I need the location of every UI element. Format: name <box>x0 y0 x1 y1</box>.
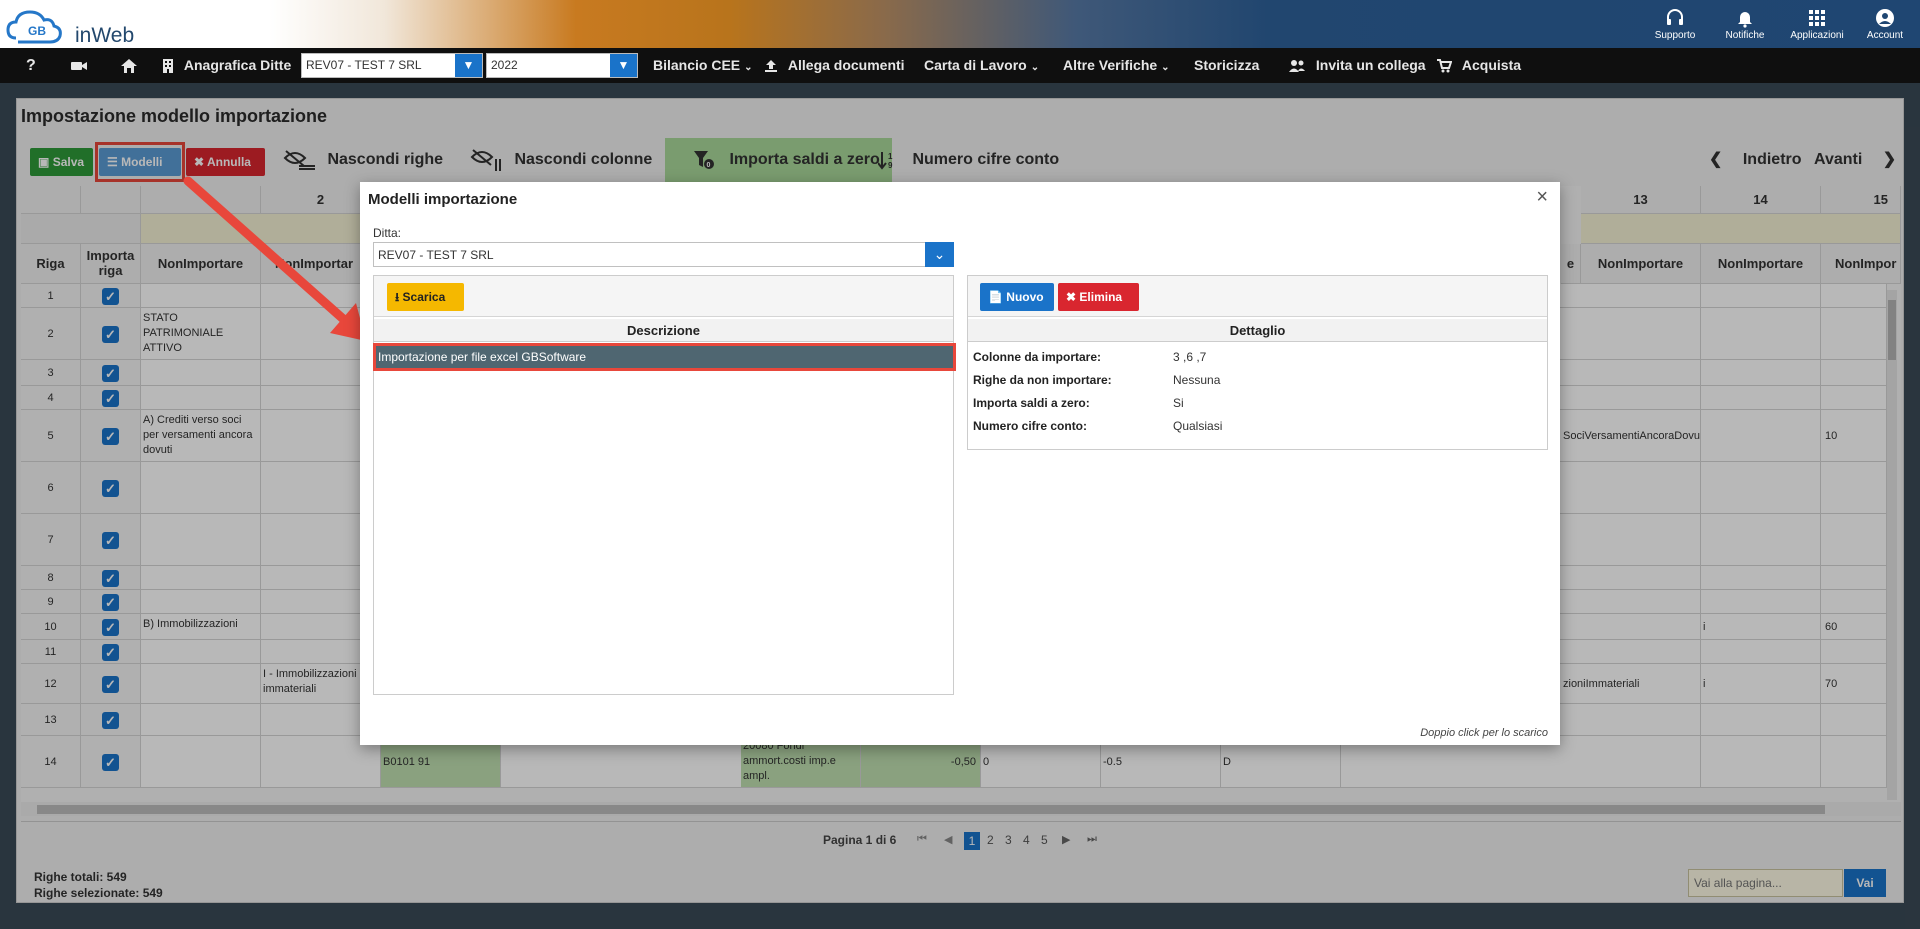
nuovo-label: Nuovo <box>1006 290 1044 304</box>
home-button[interactable] <box>120 48 138 83</box>
modelli-dialog: Modelli importazione × Ditta: REV07 - TE… <box>360 182 1560 745</box>
acquista-menu[interactable]: Acquista <box>1436 48 1521 83</box>
invita-collega-menu[interactable]: Invita un collega <box>1288 48 1426 83</box>
ditta-select-value: REV07 - TEST 7 SRL <box>378 248 494 262</box>
upload-icon <box>765 60 777 73</box>
dialog-title: Modelli importazione <box>368 191 518 208</box>
building-icon <box>163 59 173 74</box>
close-icon: ✖ <box>1066 290 1077 304</box>
detail-label: Righe da non importare: <box>973 373 1112 387</box>
descrizione-header: Descrizione <box>374 319 953 342</box>
elimina-button[interactable]: ✖ Elimina <box>1058 283 1139 311</box>
anagrafica-ditte-label: Anagrafica Ditte <box>183 57 292 73</box>
detail-value: Qualsiasi <box>1173 419 1223 433</box>
svg-text:GB: GB <box>28 24 46 38</box>
video-button[interactable] <box>70 48 88 83</box>
video-camera-icon <box>71 62 87 71</box>
elimina-label: Elimina <box>1079 290 1123 304</box>
scarica-label: Scarica <box>402 290 446 304</box>
models-toolbar: ⭳ Scarica <box>374 276 953 317</box>
acquista-label: Acquista <box>1461 57 1522 73</box>
altre-verifiche-menu[interactable]: Altre Verifiche ⌄ <box>1063 48 1170 83</box>
download-icon: ⭳ <box>395 290 400 304</box>
chevron-down-icon[interactable]: ▼ <box>455 54 482 77</box>
detail-label: Numero cifre conto: <box>973 419 1088 433</box>
allega-documenti-menu[interactable]: Allega documenti <box>764 48 905 83</box>
top-bar: GB inWeb Supporto Notifiche Applicazioni… <box>0 0 1920 48</box>
company-select-value: REV07 - TEST 7 SRL <box>306 58 422 72</box>
year-select[interactable]: 2022 ▼ <box>486 53 638 78</box>
menu-bar: ? Anagrafica Ditte REV07 - TEST 7 SRL ▼ … <box>0 48 1920 83</box>
brand-name: inWeb <box>75 24 135 47</box>
dialog-hint: Doppio click per lo scarico <box>1420 727 1548 739</box>
detail-value: 3 ,6 ,7 <box>1173 350 1207 364</box>
chevron-down-icon[interactable]: ⌄ <box>925 242 954 267</box>
help-button[interactable]: ? <box>26 48 36 83</box>
anagrafica-ditte-menu[interactable]: Anagrafica Ditte <box>162 48 291 83</box>
details-toolbar: 📄 Nuovo ✖ Elimina <box>968 276 1547 317</box>
nuovo-button[interactable]: 📄 Nuovo <box>980 283 1054 311</box>
home-icon <box>121 59 137 74</box>
logo-icon: GB <box>6 10 62 44</box>
support-label: Supporto <box>1654 30 1696 41</box>
model-name: Importazione per file excel GBSoftware <box>378 350 587 364</box>
chevron-down-icon[interactable]: ▼ <box>610 54 637 77</box>
model-row[interactable]: Importazione per file excel GBSoftware <box>373 343 956 371</box>
bilancio-cee-menu[interactable]: Bilancio CEE ⌄ <box>653 48 753 83</box>
bell-icon <box>1738 12 1752 28</box>
file-icon: 📄 <box>988 290 1003 304</box>
dettaglio-header: Dettaglio <box>968 319 1547 342</box>
annotation-arrow <box>183 176 366 341</box>
notifications-label: Notifiche <box>1725 30 1765 41</box>
users-icon <box>1289 60 1305 73</box>
storicizza-menu[interactable]: Storicizza <box>1194 48 1259 83</box>
applications-label: Applicazioni <box>1790 30 1844 41</box>
detail-value: Si <box>1173 396 1184 410</box>
ditta-select[interactable]: REV07 - TEST 7 SRL ⌄ <box>373 242 954 267</box>
headset-icon <box>1667 9 1683 25</box>
account-button[interactable]: Account <box>1852 4 1918 46</box>
close-icon[interactable]: × <box>1536 186 1548 209</box>
cart-icon <box>1437 59 1453 73</box>
allega-documenti-label: Allega documenti <box>787 57 905 73</box>
company-select[interactable]: REV07 - TEST 7 SRL ▼ <box>301 53 483 78</box>
account-label: Account <box>1866 30 1904 41</box>
chevron-down-icon: ⌄ <box>744 62 753 73</box>
chevron-down-icon: ⌄ <box>1161 62 1170 73</box>
applications-button[interactable]: Applicazioni <box>1782 4 1852 46</box>
detail-value: Nessuna <box>1173 373 1221 387</box>
carta-di-lavoro-label: Carta di Lavoro <box>924 57 1027 73</box>
detail-label: Importa saldi a zero: <box>973 396 1090 410</box>
carta-di-lavoro-menu[interactable]: Carta di Lavoro ⌄ <box>924 48 1039 83</box>
invita-collega-label: Invita un collega <box>1315 57 1426 73</box>
details-panel: 📄 Nuovo ✖ Elimina Dettaglio Colonne da i… <box>967 275 1548 450</box>
detail-label: Colonne da importare: <box>973 350 1102 364</box>
support-button[interactable]: Supporto <box>1640 4 1710 46</box>
scarica-button[interactable]: ⭳ Scarica <box>387 283 464 311</box>
altre-verifiche-label: Altre Verifiche <box>1063 57 1158 73</box>
user-icon <box>1876 9 1894 27</box>
year-select-value: 2022 <box>491 58 518 72</box>
notifications-button[interactable]: Notifiche <box>1710 4 1780 46</box>
grid-icon <box>1809 10 1825 26</box>
ditta-label: Ditta: <box>373 226 402 240</box>
chevron-down-icon: ⌄ <box>1030 62 1040 73</box>
models-panel: ⭳ Scarica Descrizione Importazione per f… <box>373 275 956 695</box>
bilancio-cee-label: Bilancio CEE <box>653 57 741 73</box>
